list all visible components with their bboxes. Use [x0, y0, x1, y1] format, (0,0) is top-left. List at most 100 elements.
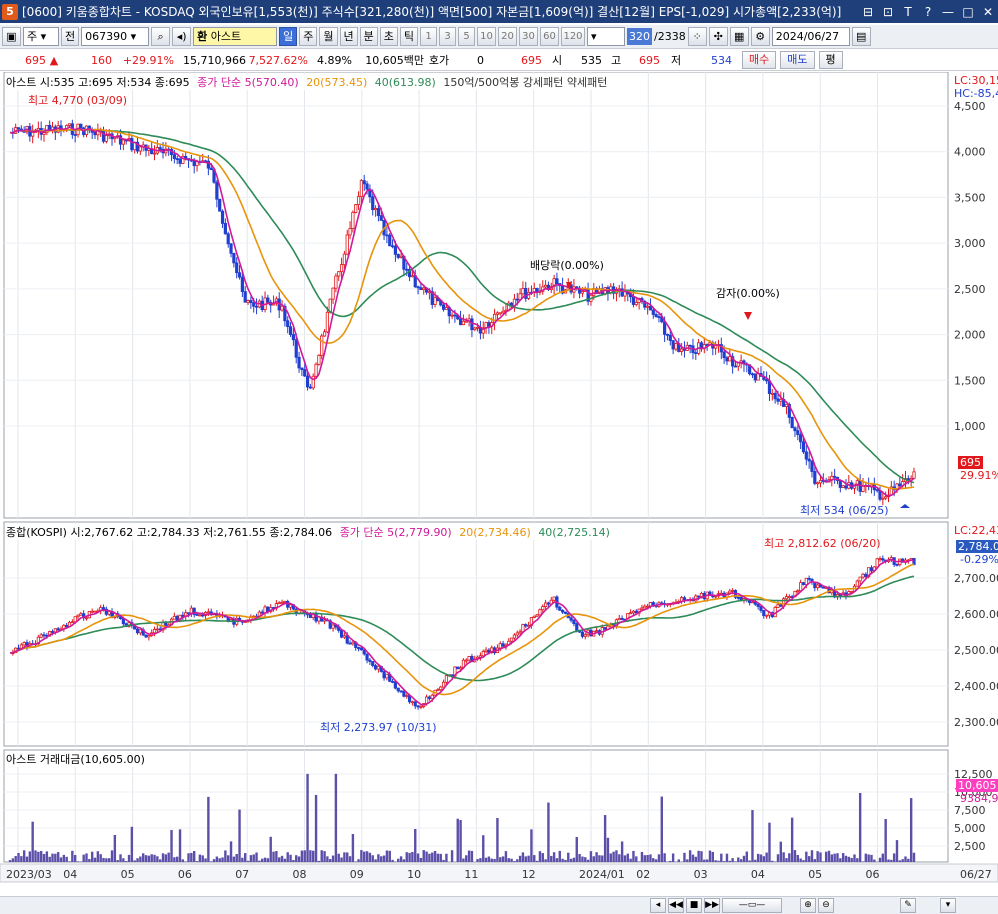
timeframe-minute[interactable]: 분	[359, 27, 378, 46]
font-icon[interactable]: T	[898, 5, 918, 19]
lc-label: LC:30,15	[954, 74, 998, 87]
volume-bar	[816, 851, 819, 862]
interval-5[interactable]: 5	[458, 27, 475, 46]
interval-20[interactable]: 20	[498, 27, 517, 46]
period-dropdown[interactable]: 주 ▾	[23, 27, 59, 46]
x-tick-label-end: 06/27	[960, 868, 992, 881]
zoom-slider[interactable]: —▭—	[722, 898, 782, 913]
count-input[interactable]: 320	[627, 28, 652, 45]
interval-3[interactable]: 3	[439, 27, 456, 46]
scroll-left-icon[interactable]: ◂	[650, 898, 666, 913]
date-input[interactable]: 2024/06/27	[771, 27, 850, 46]
kospi-candle-body	[73, 616, 77, 623]
sell-button[interactable]: 매도	[780, 51, 815, 69]
kospi-candle-body	[348, 642, 352, 645]
volume-bar	[382, 855, 386, 862]
tool-menu-icon[interactable]: ▾	[940, 898, 956, 913]
volume-bar	[518, 855, 522, 862]
interval-30[interactable]: 30	[519, 27, 538, 46]
chart-canvas[interactable]: 2023/03 04 05 06 07 08 09 10 11 12 2024/01 02 03 04 05…	[0, 72, 998, 896]
timeframe-year[interactable]: 년	[339, 27, 358, 46]
timeframe-week[interactable]: 주	[299, 27, 318, 46]
interval-120[interactable]: 120	[561, 27, 585, 46]
kospi-candle-body	[382, 671, 386, 679]
interval-60[interactable]: 60	[540, 27, 559, 46]
volume-bar	[776, 854, 780, 862]
volume-bar	[68, 861, 71, 862]
interval-10[interactable]: 10	[477, 27, 496, 46]
maximize-icon[interactable]: □	[958, 5, 978, 19]
volume-bar	[748, 860, 751, 862]
price-candle-body	[331, 287, 335, 300]
price-candle-body	[240, 276, 244, 293]
volume-bar	[261, 858, 264, 862]
interval-1[interactable]: 1	[420, 27, 437, 46]
kospi-candle-body	[424, 696, 429, 704]
calendar-icon[interactable]: ▤	[851, 27, 871, 46]
chart-area[interactable]: 2023/03 04 05 06 07 08 09 10 11 12 2024/01 02 03 04 05…	[0, 72, 998, 914]
volume-bar	[34, 850, 37, 862]
close-icon[interactable]: ✕	[978, 5, 998, 19]
volume-bar	[912, 852, 916, 862]
volume-bar	[317, 860, 321, 862]
volume-bar	[671, 853, 675, 862]
settings-icon[interactable]: ⚙	[750, 27, 770, 46]
x-tick-label: 2023/03	[6, 868, 52, 881]
volume-bar	[193, 851, 196, 862]
zoom-in-icon[interactable]: ⊕	[800, 898, 816, 913]
price-high-annotation: 최고 4,770 (03/09)	[28, 94, 128, 107]
timeframe-tick[interactable]: 틱	[399, 27, 418, 46]
price-candle-body	[209, 167, 213, 171]
help-icon[interactable]: ?	[918, 5, 938, 19]
kospi-candle-body	[682, 597, 687, 601]
prev-button[interactable]: 전	[61, 27, 80, 46]
kospi-candle-body	[515, 632, 519, 636]
chart-scrollbar[interactable]: ◂ ◀◀ ■ ▶▶ —▭— ⊕ ⊖ ✎ ▾	[0, 896, 998, 914]
eval-button[interactable]: 평	[818, 51, 843, 69]
custom-interval-dropdown[interactable]: ▾	[587, 27, 625, 46]
search-icon[interactable]: ⌕	[151, 27, 171, 46]
stop-icon[interactable]: ■	[686, 898, 702, 913]
kospi-candle-body	[481, 651, 485, 657]
kospi-candle-body	[416, 705, 420, 708]
kospi-candle-body	[631, 610, 636, 614]
trade-value: 10,605백만	[365, 54, 424, 67]
kospi-candle-body	[762, 610, 766, 617]
volume-bar	[399, 856, 403, 862]
kospi-candle-body	[458, 667, 463, 670]
price-candle-body	[796, 430, 800, 435]
volume-bar	[20, 856, 23, 862]
volume-bar	[300, 850, 304, 862]
kospi-candle-body	[413, 701, 417, 707]
forward-icon[interactable]: ▶▶	[704, 898, 720, 913]
sound-icon[interactable]: ◂)	[172, 27, 192, 46]
tool-icon[interactable]: ▦	[729, 27, 749, 46]
restore-icon[interactable]: ⊡	[878, 5, 898, 19]
stock-code-input[interactable]: 067390 ▾	[81, 27, 150, 46]
volume-bar	[391, 859, 394, 862]
timeframe-day[interactable]: 일	[279, 27, 298, 46]
stock-name-field[interactable]: 환 아스트	[193, 27, 278, 46]
buy-button[interactable]: 매수	[742, 51, 777, 69]
kospi-candle-body	[821, 586, 825, 589]
timeframe-month[interactable]: 월	[319, 27, 338, 46]
crosshair-icon[interactable]: ✣	[708, 27, 728, 46]
grid-icon[interactable]: ⁘	[687, 27, 707, 46]
timeframe-second[interactable]: 초	[379, 27, 398, 46]
kospi-candle-body	[855, 580, 859, 587]
volume-bar	[65, 856, 68, 862]
chart-select-icon[interactable]: ▣	[2, 27, 21, 46]
minimize-icon[interactable]: —	[938, 5, 958, 19]
price-candle-body	[376, 208, 381, 217]
draw-tool-icon[interactable]: ✎	[900, 898, 916, 913]
zoom-out-icon[interactable]: ⊖	[818, 898, 834, 913]
kospi-candle-body	[583, 634, 587, 637]
volume-bar	[45, 851, 49, 862]
layout-icon[interactable]: ⊟	[858, 5, 878, 19]
rewind-icon[interactable]: ◀◀	[668, 898, 684, 913]
kospi-candle-body	[436, 689, 440, 692]
volume-bar	[487, 856, 491, 862]
kospi-candle-body	[280, 601, 284, 604]
kospi-current-tag: 2,784.0	[956, 540, 998, 553]
app-icon: 5	[2, 3, 18, 20]
